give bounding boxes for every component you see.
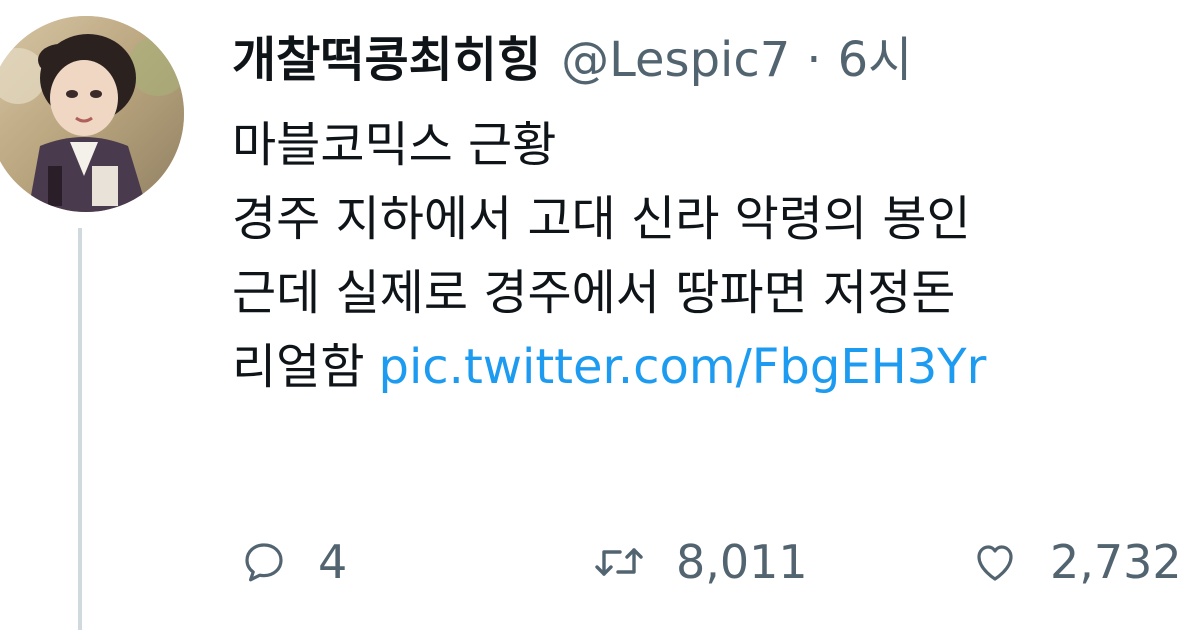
avatar-column (0, 0, 200, 630)
reply-button[interactable]: 4 (240, 522, 347, 602)
retweet-arrows-icon (595, 548, 643, 576)
tweet-header: 개찰떡콩최히힝 @Lespic7 · 6시 (232, 28, 912, 92)
thread-line (78, 228, 82, 630)
tweet-text-line: 리얼함 (232, 339, 365, 395)
tweet-content: 개찰떡콩최히힝 @Lespic7 · 6시 마블코믹스 근황 경주 지하에서 고대 신… (232, 0, 1200, 630)
tweet-text-line: 경주 지하에서 고대 신라 악령의 봉인 (232, 191, 971, 247)
retweet-count: 8,011 (676, 535, 808, 589)
avatar[interactable] (0, 16, 184, 212)
separator-dot: · (806, 32, 822, 88)
tweet-text-line: 마블코믹스 근황 (232, 117, 557, 173)
heart-icon (977, 545, 1013, 581)
pic-link[interactable]: pic.twitter.com/FbgEH3Yr (378, 339, 986, 395)
reply-count: 4 (318, 535, 348, 589)
display-name[interactable]: 개찰떡콩최히힝 (232, 32, 541, 88)
avatar-image (0, 16, 184, 212)
tweet-text: 마블코믹스 근황 경주 지하에서 고대 신라 악령의 봉인 근데 실제로 경주에… (232, 108, 986, 404)
tweet-text-line-with-link: 리얼함 pic.twitter.com/FbgEH3Yr (232, 330, 986, 404)
like-button[interactable]: 2,732 (970, 522, 1182, 602)
speech-bubble-icon (245, 543, 283, 582)
timestamp[interactable]: 6시 (838, 32, 913, 88)
user-handle[interactable]: @Lespic7 (561, 32, 790, 88)
tweet-text-line: 근데 실제로 경주에서 땅파면 저정돈 (232, 265, 956, 321)
retweet-button[interactable]: 8,011 (592, 522, 808, 602)
tweet: 개찰떡콩최히힝 @Lespic7 · 6시 마블코믹스 근황 경주 지하에서 고대 신… (0, 0, 1200, 630)
tweet-actions: 4 8,011 2,732 (240, 522, 1200, 602)
like-count: 2,732 (1050, 535, 1182, 589)
